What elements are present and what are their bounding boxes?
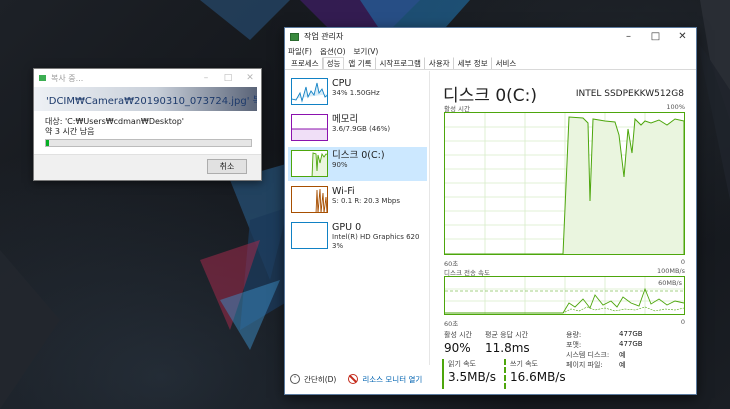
sidebar-memory-sub: 3.6/7.9GB (46%)	[332, 125, 391, 133]
copy-banner: 'DCIM₩Camera₩20190310_073724.jpg' 복사 중	[34, 87, 257, 111]
transfer-span-right: 0	[680, 318, 685, 326]
menu-bar: 파일(F) 옵션(O) 보기(V)	[285, 45, 696, 57]
sidebar-item-cpu[interactable]: CPU 34% 1.50GHz	[288, 75, 427, 109]
menu-options[interactable]: 옵션(O)	[320, 46, 346, 57]
active-time-graph-max: 100%	[666, 103, 685, 111]
close-button[interactable]: ✕	[669, 28, 696, 46]
active-time-graph	[444, 112, 685, 255]
stat-avg-response-value: 11.8ms	[485, 341, 530, 355]
sidebar-memory-title: 메모리	[332, 114, 359, 125]
copy-dialog-titlebar[interactable]: 복사 중... – □ ✕	[34, 69, 261, 87]
sidebar-disk-title: 디스크 0(C:)	[332, 150, 385, 161]
maximize-button[interactable]: □	[642, 28, 669, 46]
tab-startup[interactable]: 시작프로그램	[376, 57, 425, 69]
tab-bar: 프로세스 성능 앱 기록 시작프로그램 사용자 세부 정보 서비스	[285, 57, 696, 70]
copy-time-remaining: 약 3 시간 남음	[45, 127, 95, 136]
copy-dialog-title: 복사 중...	[51, 73, 84, 83]
sidebar-item-disk[interactable]: 디스크 0(C:) 90%	[288, 147, 427, 181]
wifi-thumbnail-graph	[291, 186, 328, 213]
sidebar-item-wifi[interactable]: Wi-Fi S: 0.1 R: 20.3 Mbps	[288, 183, 427, 217]
info-format-label: 포맷:	[566, 341, 582, 349]
disk-performance-panel: 디스크 0(C:) INTEL SSDPEKKW512G8 활성 시간 100%…	[431, 71, 697, 389]
copy-progress-bar	[45, 139, 252, 147]
performance-sidebar: CPU 34% 1.50GHz 메모리 3.6/7.9GB (46%) 디스크 …	[285, 71, 430, 365]
sidebar-item-memory[interactable]: 메모리 3.6/7.9GB (46%)	[288, 111, 427, 145]
task-manager-footer: ˄ 간단히(D) 리소스 모니터 열기	[285, 364, 696, 394]
task-manager-window: 작업 관리자 – □ ✕ 파일(F) 옵션(O) 보기(V) 프로세스 성능 앱…	[284, 27, 697, 395]
maximize-button[interactable]: □	[217, 69, 239, 87]
disk-thumbnail-graph	[291, 150, 328, 177]
copy-progress-dialog: 복사 중... – □ ✕ 'DCIM₩Camera₩20190310_0737…	[33, 68, 262, 181]
transfer-rate-graph: 60MB/s	[444, 276, 685, 315]
sidebar-gpu-title: GPU 0	[332, 222, 362, 233]
chevron-up-icon[interactable]: ˄	[290, 374, 300, 384]
sidebar-wifi-title: Wi-Fi	[332, 186, 355, 197]
tab-app-history[interactable]: 앱 기록	[344, 57, 376, 69]
info-system-disk-label: 시스템 디스크:	[566, 351, 610, 359]
transfer-graph-mid: 60MB/s	[658, 279, 682, 287]
active-time-span-right: 0	[680, 258, 685, 266]
stat-active-time-label: 활성 시간	[444, 331, 472, 339]
sidebar-cpu-title: CPU	[332, 78, 352, 89]
sidebar-item-gpu[interactable]: GPU 0 Intel(R) HD Graphics 620 3%	[288, 219, 427, 253]
tab-details[interactable]: 세부 정보	[454, 57, 492, 69]
sidebar-wifi-sub: S: 0.1 R: 20.3 Mbps	[332, 197, 401, 205]
memory-thumbnail-graph	[291, 114, 328, 141]
disk-model: INTEL SSDPEKKW512G8	[575, 89, 684, 99]
menu-view[interactable]: 보기(V)	[354, 46, 379, 57]
tab-processes[interactable]: 프로세스	[287, 57, 323, 69]
task-manager-title: 작업 관리자	[304, 32, 344, 41]
stat-active-time-value: 90%	[444, 341, 471, 355]
tab-users[interactable]: 사용자	[425, 57, 454, 69]
task-manager-titlebar[interactable]: 작업 관리자 – □ ✕	[285, 28, 696, 45]
copy-app-icon	[39, 75, 46, 81]
gpu-thumbnail-graph	[291, 222, 328, 249]
sidebar-cpu-sub: 34% 1.50GHz	[332, 89, 380, 97]
minimize-button[interactable]: –	[615, 28, 642, 46]
copy-dialog-footer: 취소	[34, 154, 261, 180]
tab-performance[interactable]: 성능	[322, 57, 345, 69]
sidebar-disk-sub: 90%	[332, 161, 348, 169]
resource-monitor-icon	[348, 374, 359, 384]
transfer-graph-max: 100MB/s	[656, 267, 685, 275]
transfer-span-left: 60초	[444, 320, 459, 328]
minimize-button[interactable]: –	[195, 69, 217, 87]
info-capacity-value: 477GB	[619, 330, 643, 338]
info-system-disk-value: 예	[619, 351, 626, 359]
cancel-button[interactable]: 취소	[207, 159, 247, 174]
cpu-thumbnail-graph	[291, 78, 328, 105]
stat-avg-response-label: 평균 응답 시간	[485, 331, 529, 339]
sidebar-gpu-sub: Intel(R) HD Graphics 620	[332, 233, 420, 241]
sidebar-gpu-usage: 3%	[332, 242, 344, 250]
fewer-details-link[interactable]: 간단히(D)	[304, 374, 336, 385]
task-manager-app-icon	[290, 32, 299, 41]
tab-services[interactable]: 서비스	[492, 57, 521, 69]
menu-file[interactable]: 파일(F)	[288, 46, 312, 57]
open-resource-monitor-link[interactable]: 리소스 모니터 열기	[362, 374, 422, 385]
copy-progress-fill	[46, 140, 50, 146]
close-button[interactable]: ✕	[239, 69, 261, 87]
info-capacity-label: 용량:	[566, 331, 582, 339]
info-format-value: 477GB	[619, 340, 643, 348]
copy-target: 대상: 'C:₩Users₩cdman₩Desktop'	[45, 117, 185, 126]
